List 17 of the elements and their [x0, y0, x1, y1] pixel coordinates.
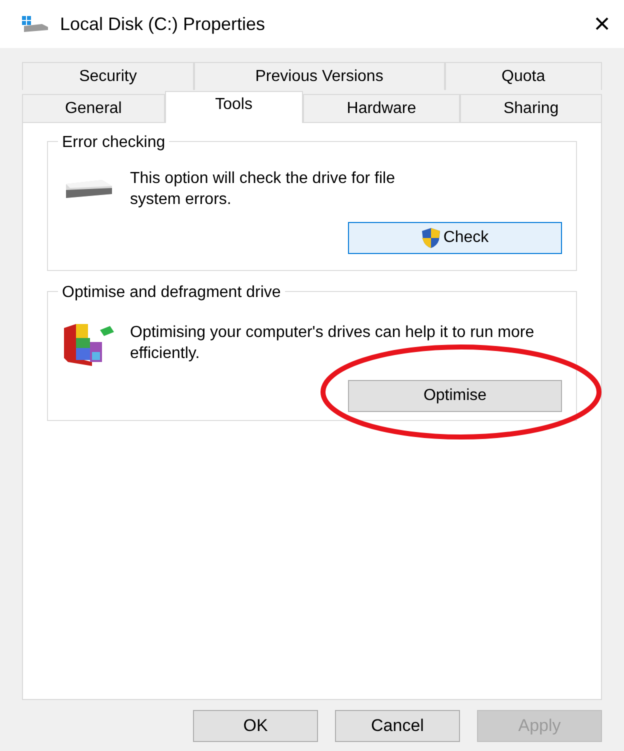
dialog-button[interactable]: Cancel — [335, 710, 460, 742]
dialog-button[interactable]: OK — [193, 710, 318, 742]
action-button[interactable]: Optimise — [348, 380, 562, 412]
tab[interactable]: General — [22, 94, 165, 122]
window-title: Local Disk (C:) Properties — [60, 12, 266, 36]
tab[interactable]: Hardware — [302, 94, 460, 122]
group-description: This option will check the drive for file system errors. — [130, 169, 396, 210]
group-description: Optimising your computer's drives can help it to run more efficiently. — [130, 323, 536, 364]
action-button[interactable]: Check — [348, 222, 562, 254]
tab[interactable]: Previous Versions — [194, 62, 445, 90]
tab[interactable]: Quota — [444, 62, 602, 90]
drive-icon — [22, 16, 48, 32]
tab[interactable]: Sharing — [460, 94, 602, 122]
tab[interactable]: Tools — [164, 91, 303, 123]
shield-icon — [421, 227, 442, 249]
tab[interactable]: Security — [22, 62, 194, 90]
close-button[interactable]: × — [584, 6, 620, 42]
